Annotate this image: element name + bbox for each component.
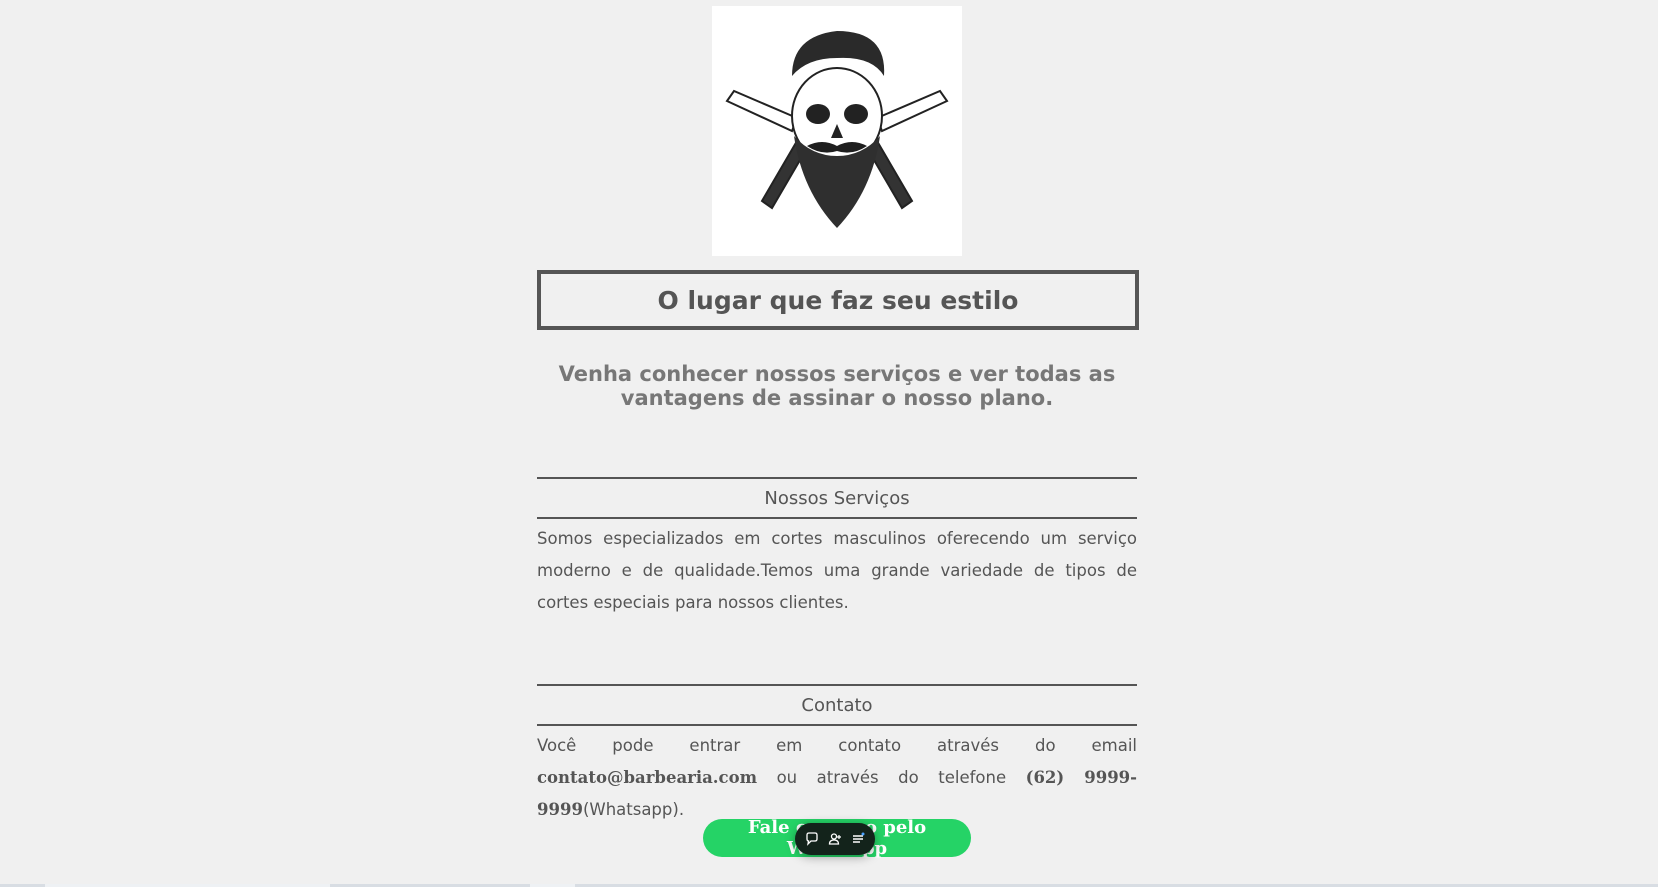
contact-text-email-intro: Você pode entrar em contato através do e…: [537, 736, 1137, 755]
contact-description: Você pode entrar em contato através do e…: [537, 730, 1137, 826]
barbershop-logo: [712, 6, 962, 256]
services-description: Somos especializados em cortes masculino…: [537, 529, 1137, 612]
chat-bubble-icon[interactable]: [803, 830, 821, 848]
contact-section-title: Contato: [537, 684, 1137, 726]
subheadline: Venha conhecer nossos serviços e ver tod…: [558, 362, 1116, 410]
contact-text-phone-intro: ou através do telefone: [757, 768, 1026, 787]
headline-box: O lugar que faz seu estilo: [537, 270, 1139, 330]
list-icon[interactable]: [849, 830, 867, 848]
floating-toolbar: [795, 823, 875, 855]
page-title: O lugar que faz seu estilo: [657, 285, 1019, 315]
services-section-title: Nossos Serviços: [537, 477, 1137, 519]
page: O lugar que faz seu estilo Venha conhece…: [0, 0, 1658, 887]
contact-email: contato@barbearia.com: [537, 768, 758, 787]
contact-text-whatsapp: (Whatsapp).: [582, 800, 685, 819]
skull-beard-razors-logo-icon: [725, 31, 949, 228]
add-person-icon[interactable]: [826, 830, 844, 848]
